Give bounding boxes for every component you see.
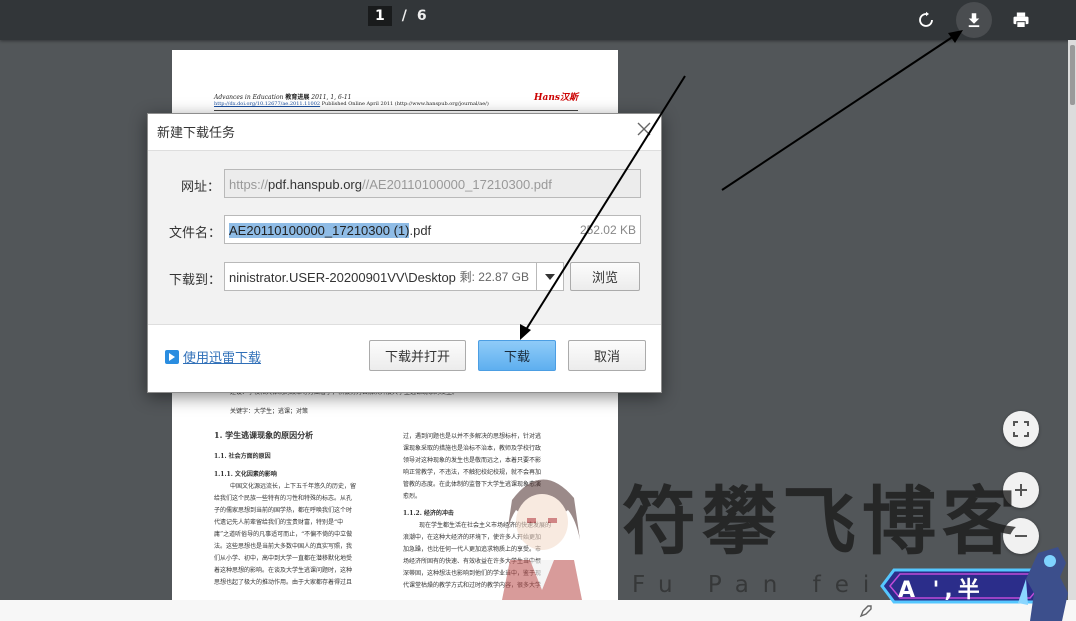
annotation-layer bbox=[520, 30, 963, 340]
arrowhead-download-icon bbox=[948, 30, 963, 43]
arrowhead-download-button bbox=[520, 324, 531, 340]
annotation-arrow-to-download-icon bbox=[721, 31, 961, 191]
annotation-arrow-to-download-button bbox=[521, 75, 686, 337]
